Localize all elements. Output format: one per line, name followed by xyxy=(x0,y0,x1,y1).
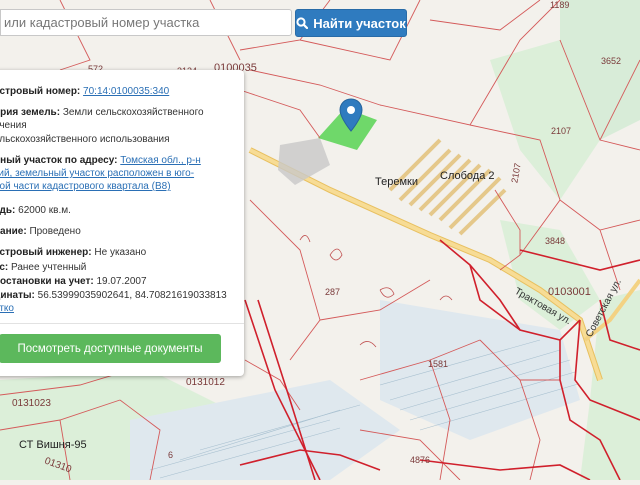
engineer-value: Не указано xyxy=(94,247,147,258)
land-category-value: Земли сельскохозяйственного xyxy=(62,107,204,118)
search-icon xyxy=(296,17,309,29)
parcel-number: 3848 xyxy=(545,236,566,246)
parcel-number: 2107 xyxy=(551,126,572,136)
cadastral-number-link[interactable]: 70:14:0100035:340 xyxy=(83,86,169,97)
parcel-number: 3652 xyxy=(601,56,622,66)
panel-divider xyxy=(0,323,244,324)
cadastral-number-row: астровый номер: 70:14:0100035:340 xyxy=(0,85,169,98)
engineer-label: астровый инженер: xyxy=(0,247,92,258)
area-label: адь: xyxy=(0,205,16,216)
address-link[interactable]: Томская обл., р-н xyxy=(120,155,201,166)
survey-label: вание: xyxy=(0,226,27,237)
land-category-value-2: ачения xyxy=(0,120,27,131)
address-line-2: кий, земельный участок расположен в юго- xyxy=(0,167,194,180)
short-link-row: атко xyxy=(0,302,14,315)
coordinates-value: 56.53999035902641, 84.70821619033813 xyxy=(37,290,227,301)
place-label-st-vishnya: СТ Вишня-95 xyxy=(19,439,87,451)
address-link-3[interactable]: ной части кадастрового квартала (В8) xyxy=(0,181,171,192)
area-value: 62000 кв.м. xyxy=(18,205,71,216)
short-link[interactable]: атко xyxy=(0,303,14,314)
engineer-row: астровый инженер: Не указано xyxy=(0,246,146,259)
parcel-number: 4876 xyxy=(410,455,431,465)
quarter-number: 0103001 xyxy=(548,286,591,298)
reg-date-row: постановки на учет: 19.07.2007 xyxy=(0,275,147,288)
address-link-2[interactable]: кий, земельный участок расположен в юго- xyxy=(0,168,194,179)
address-row: ьный участок по адресу: Томская обл., р-… xyxy=(0,154,201,167)
address-label: ьный участок по адресу: xyxy=(0,155,118,166)
land-category-row: ория земель: Земли сельскохозяйственного xyxy=(0,106,204,119)
reg-date-value: 19.07.2007 xyxy=(96,276,147,287)
place-label-sloboda: Слобода 2 xyxy=(440,170,495,182)
find-parcel-label: Найти участок xyxy=(313,15,406,31)
parcel-number: 287 xyxy=(325,287,341,297)
place-label-teremki: Теремки xyxy=(375,176,418,188)
parcel-number: 6 xyxy=(168,450,174,460)
find-parcel-button[interactable]: Найти участок xyxy=(295,9,407,37)
parcel-number: 1581 xyxy=(428,359,449,369)
address-line-3: ной части кадастрового квартала (В8) xyxy=(0,180,171,193)
parcel-info-panel: астровый номер: 70:14:0100035:340 ория з… xyxy=(0,70,244,376)
quarter-number: 0131023 xyxy=(12,398,51,409)
land-category-label: ория земель: xyxy=(0,107,61,118)
view-documents-button[interactable]: Посмотреть доступные документы xyxy=(0,334,221,363)
status-label: ус: xyxy=(0,262,9,273)
cadastral-number-label: астровый номер: xyxy=(0,86,81,97)
parcel-number: 1189 xyxy=(550,0,570,10)
search-field[interactable] xyxy=(0,9,292,36)
coordinates-label: динаты: xyxy=(0,290,35,301)
land-category-value-3: ельскохозяйственного использования xyxy=(0,134,170,145)
status-row: ус: Ранее учтенный xyxy=(0,261,86,274)
area-row: адь: 62000 кв.м. xyxy=(0,204,71,217)
coordinates-row: динаты: 56.53999035902641, 84.7082161903… xyxy=(0,289,227,302)
survey-row: вание: Проведено xyxy=(0,225,81,238)
search-input[interactable] xyxy=(1,10,291,35)
survey-value: Проведено xyxy=(29,226,81,237)
map-pin-icon[interactable] xyxy=(339,98,363,132)
status-value: Ранее учтенный xyxy=(11,262,87,273)
reg-date-label: постановки на учет: xyxy=(0,276,94,287)
